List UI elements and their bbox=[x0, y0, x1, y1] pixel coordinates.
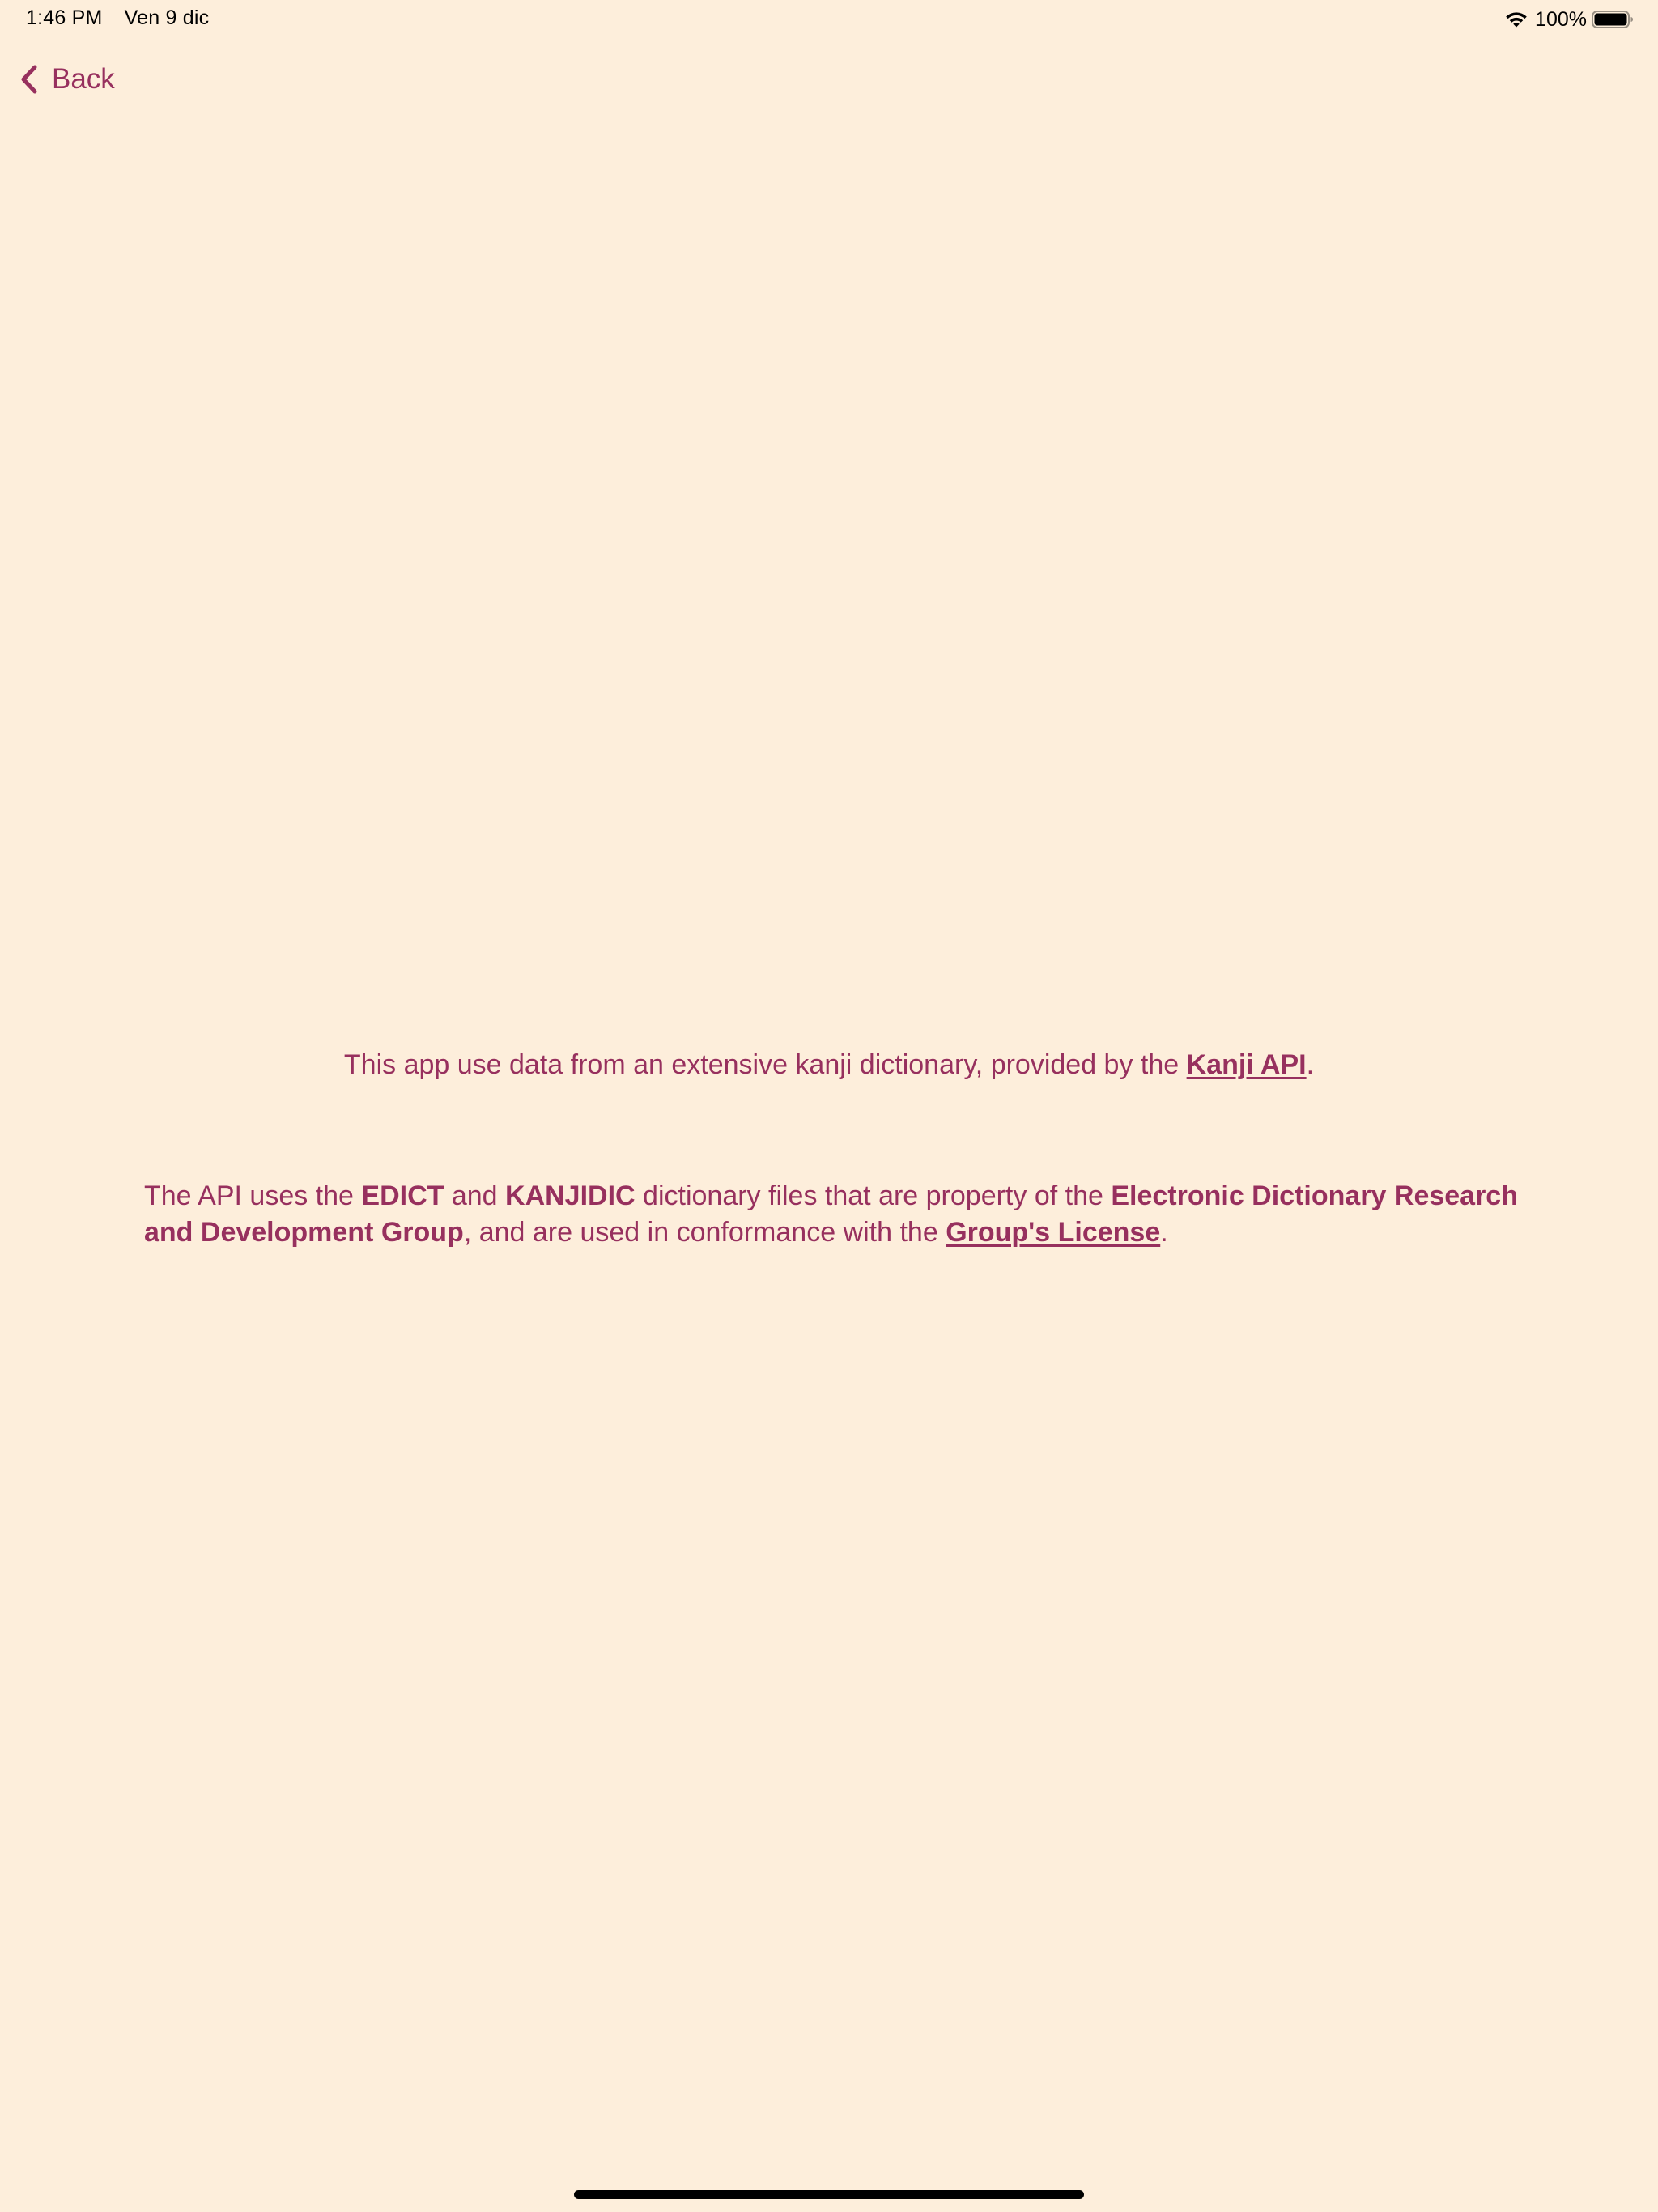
edrdg-credit: The API uses the EDICT and KANJIDIC dict… bbox=[144, 1178, 1520, 1251]
credit2-text-4: , and are used in conformance with the bbox=[463, 1217, 946, 1248]
credit1-text-after: . bbox=[1306, 1049, 1315, 1080]
status-time: 1:46 PM bbox=[26, 6, 103, 29]
kanjidic-label: KANJIDIC bbox=[505, 1180, 636, 1211]
group-license-link[interactable]: Group's License bbox=[946, 1217, 1160, 1248]
wifi-icon bbox=[1506, 12, 1527, 28]
credit2-text-3: dictionary files that are property of th… bbox=[635, 1180, 1112, 1211]
back-label: Back bbox=[52, 63, 115, 95]
credit2-text-5: . bbox=[1160, 1217, 1168, 1248]
home-indicator[interactable] bbox=[574, 2190, 1084, 2199]
credit2-text-1: The API uses the bbox=[144, 1180, 362, 1211]
chevron-left-icon bbox=[21, 65, 37, 94]
battery-percent: 100% bbox=[1535, 7, 1587, 31]
status-bar: 1:46 PM Ven 9 dic 100% bbox=[0, 0, 1658, 39]
kanji-api-link[interactable]: Kanji API bbox=[1187, 1049, 1307, 1080]
status-right: 100% bbox=[1504, 5, 1634, 34]
status-left: 1:46 PM Ven 9 dic bbox=[26, 6, 209, 30]
back-button[interactable]: Back bbox=[18, 58, 115, 100]
battery-full-icon bbox=[1592, 11, 1633, 28]
credit1-text-before: This app use data from an extensive kanj… bbox=[343, 1049, 1187, 1080]
status-date: Ven 9 dic bbox=[124, 6, 210, 29]
credit2-text-2: and bbox=[444, 1180, 506, 1211]
edict-label: EDICT bbox=[361, 1180, 444, 1211]
kanji-api-credit: This app use data from an extensive kanj… bbox=[0, 1044, 1658, 1085]
